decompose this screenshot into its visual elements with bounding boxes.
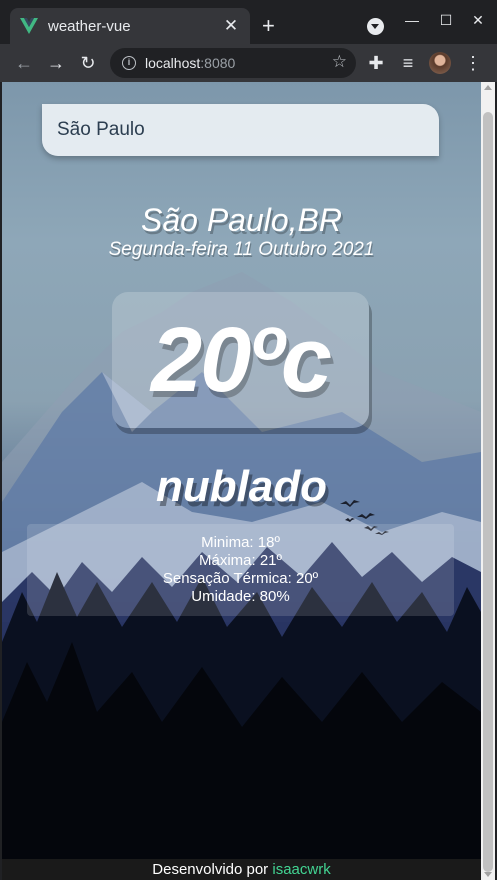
back-icon[interactable]: ←: [12, 51, 36, 75]
vue-logo-icon: [20, 18, 38, 34]
page-viewport: São Paulo,BR Segunda-feira 11 Outubro 20…: [2, 82, 481, 880]
feels-like: Sensação Térmica: 20º: [162, 570, 319, 587]
min-temp: Minima: 18º: [201, 534, 280, 551]
avatar[interactable]: [429, 52, 451, 74]
tab-weather-vue[interactable]: weather-vue ✕: [10, 8, 250, 44]
scroll-thumb[interactable]: [483, 112, 493, 872]
media-icon[interactable]: ≡: [396, 51, 420, 75]
url-host: localhost: [145, 55, 201, 71]
browser-toolbar: ← → ↻ i localhost:8080 ☆ ✚ ≡ ⋮: [0, 44, 497, 82]
address-bar[interactable]: i localhost:8080 ☆: [110, 48, 356, 78]
new-tab-button[interactable]: +: [262, 14, 275, 38]
minimize-button[interactable]: —: [402, 12, 422, 28]
temperature-box: 20ºc: [112, 292, 369, 428]
weather-condition: nublado: [155, 462, 328, 511]
scrollbar[interactable]: [481, 82, 495, 880]
forward-icon[interactable]: →: [44, 51, 68, 75]
tab-title: weather-vue: [48, 17, 131, 35]
tab-strip: weather-vue ✕ + — ☐ ✕: [0, 0, 497, 44]
tab-close-icon[interactable]: ✕: [222, 16, 240, 36]
menu-icon[interactable]: ⋮: [461, 51, 485, 75]
author-link[interactable]: isaacwrk: [272, 861, 330, 878]
location-title: São Paulo,BR: [140, 202, 342, 238]
star-icon[interactable]: ☆: [332, 52, 347, 72]
humidity: Umidade: 80%: [191, 588, 290, 605]
info-icon[interactable]: i: [122, 56, 136, 70]
scroll-down-arrow-icon[interactable]: [484, 872, 492, 877]
max-temp: Máxima: 21º: [198, 552, 282, 569]
temperature-value: 20ºc: [150, 309, 332, 411]
footer-prefix: Desenvolvido por: [152, 861, 269, 878]
footer: Desenvolvido por isaacwrk: [2, 859, 481, 880]
date-text: Segunda-feira 11 Outubro 2021: [108, 239, 375, 260]
tab-search-icon[interactable]: [367, 18, 384, 35]
reload-icon[interactable]: ↻: [76, 51, 100, 75]
weather-details: Minima: 18º Máxima: 21º Sensação Térmica…: [27, 524, 454, 616]
close-window-button[interactable]: ✕: [468, 12, 488, 29]
search-input[interactable]: [42, 104, 439, 156]
maximize-button[interactable]: ☐: [436, 12, 456, 29]
extensions-icon[interactable]: ✚: [364, 51, 388, 75]
scroll-up-arrow-icon[interactable]: [484, 85, 492, 90]
url-port: :8080: [200, 55, 236, 71]
